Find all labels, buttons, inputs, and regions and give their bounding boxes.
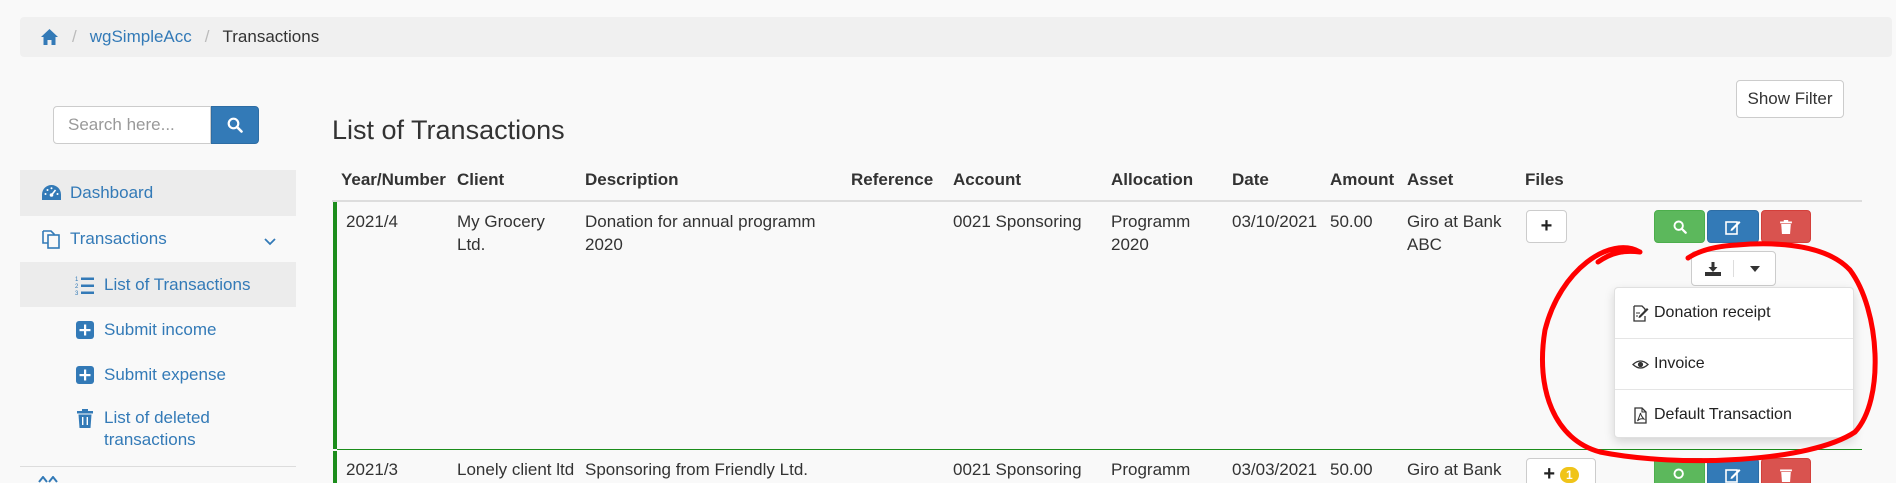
file-count-badge: 1 [1560, 466, 1579, 483]
cell-allocation: Programm [1111, 460, 1191, 479]
sidebar-partial-icon [38, 476, 58, 483]
eye-icon [1632, 356, 1649, 373]
sidebar-item-label: Submit expense [104, 364, 226, 384]
column-header[interactable]: Client [457, 170, 504, 190]
search-icon [227, 117, 243, 133]
edit-document-icon [1632, 304, 1649, 322]
svg-text:3: 3 [75, 291, 79, 295]
breadcrumb-current: Transactions [222, 27, 320, 46]
cell-amount: 50.00 [1330, 460, 1373, 479]
cell-allocation: Programm 2020 [1111, 212, 1191, 254]
view-button[interactable] [1654, 458, 1705, 483]
column-header[interactable]: Description [585, 170, 679, 190]
download-split-button [1691, 251, 1776, 286]
pdf-file-icon [1632, 406, 1649, 424]
cell-client: My Grocery Ltd. [457, 212, 545, 254]
menu-item-label: Donation receipt [1654, 304, 1771, 321]
cell-amount: 50.00 [1330, 212, 1373, 231]
plus-icon: + [1540, 215, 1553, 237]
breadcrumb-separator: / [72, 27, 77, 46]
menu-item-label: Invoice [1654, 355, 1705, 372]
sidebar-item-submit-income[interactable]: Submit income [20, 307, 296, 352]
plus-square-icon [74, 364, 96, 386]
plus-square-icon [74, 319, 96, 341]
trash-icon [1780, 468, 1792, 482]
breadcrumb-app-link[interactable]: wgSimpleAcc [90, 27, 192, 47]
cell-account: 0021 Sponsoring [953, 212, 1082, 231]
search-button[interactable] [211, 106, 259, 144]
sidebar-item-list-of-transactions[interactable]: 123 List of Transactions [20, 262, 296, 307]
sidebar-nav: Dashboard Transactions 123 List of Trans… [20, 170, 296, 455]
cell-asset: Giro at Bank ABC [1407, 212, 1502, 254]
sidebar-search [53, 106, 259, 144]
edit-button[interactable] [1707, 458, 1759, 483]
breadcrumb: / wgSimpleAcc / Transactions [20, 17, 1892, 57]
menu-item-invoice[interactable]: Invoice [1615, 339, 1853, 389]
delete-button[interactable] [1761, 458, 1811, 483]
cell-number: 2021/3 [346, 460, 398, 479]
plus-icon: + [1543, 463, 1555, 483]
cell-asset: Giro at Bank [1407, 460, 1502, 479]
cell-date: 03/10/2021 [1232, 212, 1318, 231]
sidebar-item-label: Transactions [70, 229, 167, 248]
column-header[interactable]: Files [1525, 170, 1564, 190]
sidebar-divider [20, 466, 296, 467]
column-header[interactable]: Asset [1407, 170, 1453, 190]
sidebar-item-label: List of Transactions [104, 274, 251, 294]
table-header-divider [332, 200, 1862, 202]
edit-icon [1725, 220, 1741, 235]
svg-text:1: 1 [75, 277, 79, 283]
cell-client: Lonely client ltd [457, 460, 575, 479]
sidebar-item-label: Dashboard [70, 183, 154, 202]
download-menu-toggle[interactable] [1734, 252, 1775, 285]
page-title: List of Transactions [332, 115, 565, 145]
delete-button[interactable] [1761, 210, 1811, 243]
menu-item-default-transaction[interactable]: Default Transaction [1615, 390, 1853, 440]
add-file-button[interactable]: + 1 [1526, 458, 1596, 483]
search-icon [1673, 468, 1684, 479]
download-dropdown-menu: Donation receipt Invoice Default Transac… [1614, 287, 1854, 438]
trash-icon [74, 407, 96, 429]
row-status-marker [333, 202, 337, 449]
column-header[interactable]: Allocation [1111, 170, 1193, 190]
sidebar-item-dashboard[interactable]: Dashboard [20, 170, 296, 216]
view-button[interactable] [1654, 210, 1705, 243]
chevron-down-icon[interactable] [264, 231, 276, 251]
cell-account: 0021 Sponsoring [953, 460, 1082, 479]
column-header[interactable]: Reference [851, 170, 933, 190]
trash-icon [1780, 219, 1792, 234]
sidebar-item-list-of-deleted-transactions[interactable]: List of deleted transactions [20, 397, 296, 455]
cell-date: 03/03/2021 [1232, 460, 1318, 479]
row-status-marker [333, 451, 337, 483]
add-file-button[interactable]: + [1526, 210, 1567, 243]
sidebar-item-transactions[interactable]: Transactions [20, 216, 296, 262]
copy-icon [40, 228, 62, 250]
cell-description: Sponsoring from Friendly Ltd. [585, 460, 808, 479]
column-header[interactable]: Year/Number [341, 170, 446, 190]
sidebar-item-submit-expense[interactable]: Submit expense [20, 352, 296, 397]
caret-down-icon [1749, 265, 1760, 272]
list-ol-icon: 123 [74, 274, 96, 296]
svg-text:2: 2 [75, 284, 79, 290]
column-header[interactable]: Account [953, 170, 1021, 190]
home-icon[interactable] [40, 28, 59, 47]
sidebar-item-label: List of deleted transactions [104, 408, 210, 449]
show-filter-button[interactable]: Show Filter [1736, 80, 1844, 118]
menu-item-donation-receipt[interactable]: Donation receipt [1615, 288, 1853, 338]
search-icon [1673, 220, 1687, 234]
dashboard-icon [40, 182, 62, 204]
search-input[interactable] [53, 106, 211, 144]
cell-number: 2021/4 [346, 212, 398, 231]
breadcrumb-separator: / [204, 27, 210, 46]
menu-item-label: Default Transaction [1654, 406, 1792, 423]
cell-description: Donation for annual programm 2020 [585, 212, 816, 254]
edit-button[interactable] [1707, 210, 1759, 243]
column-header[interactable]: Date [1232, 170, 1269, 190]
column-header[interactable]: Amount [1330, 170, 1394, 190]
sidebar-item-label: Submit income [104, 319, 217, 339]
row-divider [337, 449, 1862, 450]
edit-icon [1725, 468, 1741, 483]
download-icon [1704, 261, 1721, 276]
download-button[interactable] [1692, 252, 1733, 285]
